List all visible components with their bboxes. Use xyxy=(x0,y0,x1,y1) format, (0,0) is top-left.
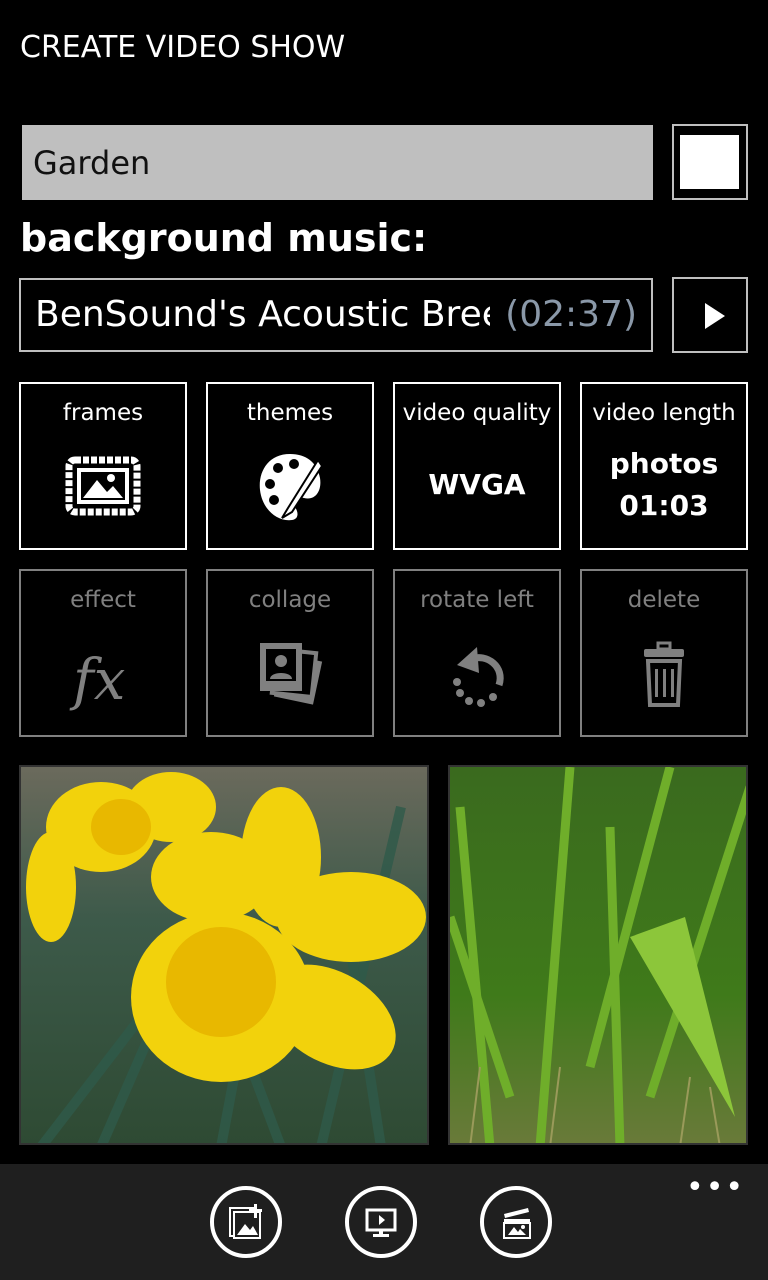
video-length-mode: photos xyxy=(609,447,719,480)
rotate-left-button[interactable]: rotate left xyxy=(393,569,561,737)
video-length-label: video length xyxy=(592,400,736,426)
photo-thumbnail-daffodils[interactable] xyxy=(19,765,429,1145)
page-title: CREATE VIDEO SHOW xyxy=(20,30,346,65)
play-icon xyxy=(705,303,725,329)
add-photos-icon xyxy=(229,1204,262,1239)
daffodil-photo xyxy=(21,767,427,1143)
fx-icon: fx xyxy=(69,648,125,713)
preview-button[interactable] xyxy=(345,1186,417,1258)
video-length-button[interactable]: video length photos 01:03 xyxy=(580,382,748,550)
create-video-clapper-icon xyxy=(503,1208,531,1239)
themes-label: themes xyxy=(246,400,334,426)
background-music-label: background music: xyxy=(20,216,428,260)
themes-button[interactable]: themes xyxy=(206,382,374,550)
photo-thumbnail-grass[interactable] xyxy=(448,765,748,1145)
video-quality-value: WVGA xyxy=(428,468,526,501)
music-duration: (02:37) xyxy=(505,294,637,335)
rotate-left-icon xyxy=(453,647,504,707)
collage-button[interactable]: collage xyxy=(206,569,374,737)
rotate-left-label: rotate left xyxy=(420,587,534,613)
grass-photo xyxy=(450,767,746,1143)
effect-label: effect xyxy=(70,587,136,613)
music-track-title: BenSound's Acoustic Breeze xyxy=(35,294,490,335)
music-selector[interactable]: BenSound's Acoustic Breeze (02:37) xyxy=(19,278,653,352)
effect-button[interactable]: effect fx xyxy=(19,569,187,737)
preview-monitor-icon xyxy=(365,1208,397,1237)
collage-label: collage xyxy=(248,587,332,613)
checkbox-box xyxy=(680,135,739,189)
palette-icon xyxy=(259,454,324,521)
video-quality-label: video quality xyxy=(402,400,552,426)
delete-button[interactable]: delete xyxy=(580,569,748,737)
create-video-button[interactable] xyxy=(480,1186,552,1258)
delete-label: delete xyxy=(627,587,701,613)
video-length-value: 01:03 xyxy=(619,489,709,522)
more-options-button[interactable]: ••• xyxy=(686,1173,745,1203)
frames-label: frames xyxy=(62,400,144,426)
video-quality-button[interactable]: video quality WVGA xyxy=(393,382,561,550)
add-photos-button[interactable] xyxy=(210,1186,282,1258)
application-bar: ••• xyxy=(0,1164,768,1280)
show-name-input[interactable] xyxy=(22,125,653,200)
collage-icon xyxy=(260,643,323,705)
select-checkbox[interactable] xyxy=(672,124,748,200)
svg-text:fx: fx xyxy=(69,648,125,713)
play-music-button[interactable] xyxy=(672,277,748,353)
trash-icon xyxy=(644,641,684,707)
picture-frame-icon xyxy=(65,456,141,516)
frames-button[interactable]: frames xyxy=(19,382,187,550)
